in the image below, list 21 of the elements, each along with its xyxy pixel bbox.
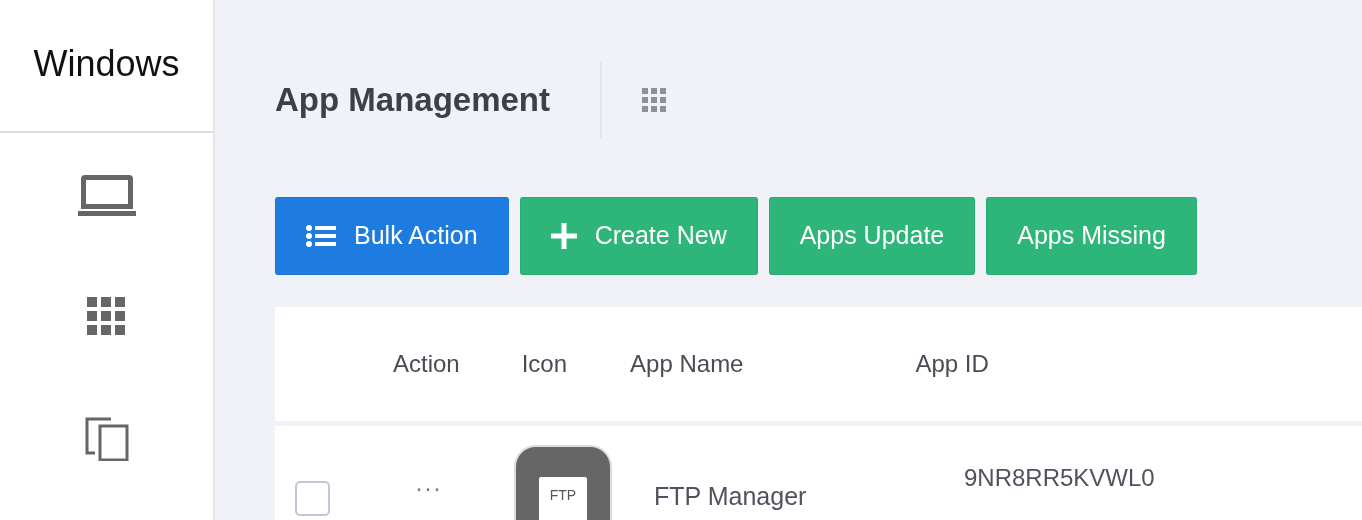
list-icon xyxy=(306,225,336,247)
plus-icon xyxy=(550,223,577,249)
row-checkbox[interactable] xyxy=(295,481,330,516)
page-title: App Management xyxy=(275,80,551,121)
action-menu-button[interactable]: ··· xyxy=(415,476,442,500)
laptop-icon[interactable] xyxy=(77,175,136,217)
sidebar-title: Windows xyxy=(0,0,213,133)
toolbar-button[interactable]: Apps Update xyxy=(768,197,976,275)
app-icon: FTP xyxy=(514,445,612,520)
toolbar-button[interactable]: Apps Missing xyxy=(986,197,1197,275)
apps-grid-icon[interactable] xyxy=(642,88,667,112)
column-header: App Name xyxy=(630,349,744,379)
bulk-action-button[interactable]: Bulk Action xyxy=(275,197,509,275)
column-header: App ID xyxy=(915,349,989,379)
app-name: FTP Manager xyxy=(654,481,808,511)
copy-icon[interactable] xyxy=(84,417,129,461)
grid-icon[interactable] xyxy=(86,297,127,337)
column-header: Icon xyxy=(521,349,568,379)
column-header: Action xyxy=(393,349,460,379)
app-id: 9NR8RR5KVWL0 xyxy=(964,464,1155,493)
create-button[interactable]: Create New xyxy=(519,197,758,275)
